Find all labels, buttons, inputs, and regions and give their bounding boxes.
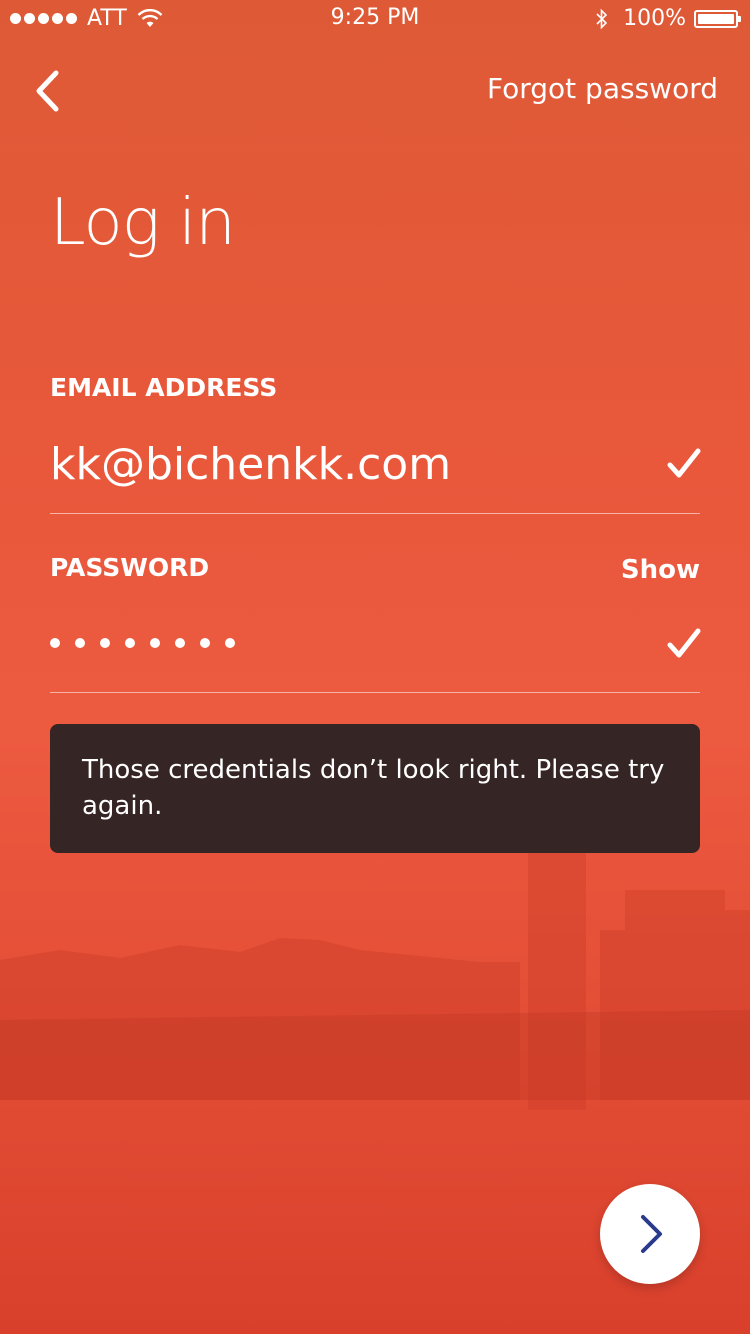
- password-field[interactable]: [50, 638, 235, 648]
- back-button[interactable]: [22, 66, 72, 116]
- email-valid-checkmark-icon: [667, 448, 701, 478]
- password-mask-dot: [150, 638, 160, 648]
- bluetooth-icon: [596, 8, 608, 29]
- password-label: PASSWORD: [50, 553, 210, 582]
- password-divider: [50, 692, 700, 693]
- password-valid-checkmark-icon: [667, 628, 701, 658]
- password-mask-dot: [200, 638, 210, 648]
- status-right: 100%: [595, 6, 741, 31]
- battery-icon: [694, 9, 741, 28]
- page-title: Log in: [50, 186, 236, 260]
- error-message-text: Those credentials don’t look right. Plea…: [82, 755, 665, 821]
- password-mask-dot: [100, 638, 110, 648]
- status-bar: ATT 9:25 PM 100%: [0, 0, 750, 40]
- show-password-toggle[interactable]: Show: [621, 555, 700, 585]
- email-label: EMAIL ADDRESS: [50, 373, 278, 402]
- forgot-password-link[interactable]: Forgot password: [487, 72, 718, 105]
- chevron-right-icon: [641, 1215, 662, 1253]
- error-message-toast: Those credentials don’t look right. Plea…: [50, 724, 700, 853]
- next-button[interactable]: [600, 1184, 700, 1284]
- password-mask-dot: [50, 638, 60, 648]
- email-field[interactable]: [50, 432, 650, 496]
- chevron-left-icon: [36, 70, 59, 112]
- email-divider: [50, 513, 700, 514]
- password-mask-dot: [225, 638, 235, 648]
- password-mask-dot: [125, 638, 135, 648]
- password-mask-dot: [175, 638, 185, 648]
- battery-percentage: 100%: [623, 6, 686, 31]
- password-mask-dot: [75, 638, 85, 648]
- login-screen: ATT 9:25 PM 100% Forgot password Log in …: [0, 0, 750, 1334]
